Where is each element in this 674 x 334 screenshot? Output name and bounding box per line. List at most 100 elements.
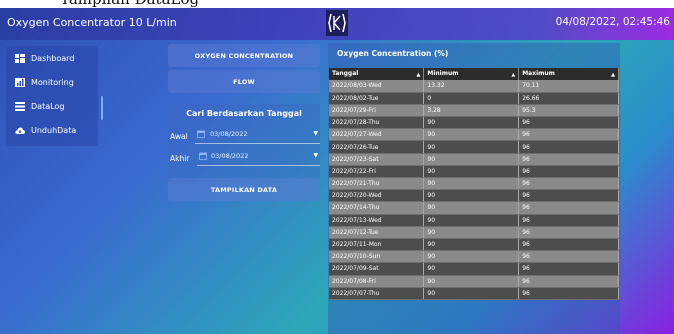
column-header-label: Minimum — [427, 70, 459, 77]
maximum-cell: 96 — [518, 128, 619, 142]
start-date-field[interactable]: Awal 03/08/2022 ▼ — [168, 126, 320, 144]
minimum-cell: 3.28 — [423, 104, 520, 118]
maximum-cell: 96 — [518, 262, 619, 276]
table-row: 2022/07/22-Fri 90 96 — [329, 165, 619, 179]
show-data-button[interactable]: TAMPILKAN DATA — [168, 178, 320, 201]
datalog-table: Tanggal ▲ Minimum ▲ Maximum ▲ 2022/08/03-We… — [329, 68, 619, 300]
sidebar-item-unduhdata[interactable]: UnduhData — [6, 118, 98, 142]
minimum-cell: 0 — [423, 92, 520, 105]
sort-arrow-icon[interactable]: ▲ — [417, 72, 421, 78]
sidebar-item-label: DataLog — [31, 101, 65, 111]
chevron-down-icon[interactable]: ▼ — [313, 152, 318, 159]
sort-arrow-icon[interactable]: ▲ — [511, 72, 515, 78]
table-row: 2022/07/23-Sat 90 96 — [329, 153, 619, 166]
chart-icon — [15, 77, 25, 87]
sidebar-item-monitoring[interactable]: Monitoring — [6, 70, 98, 94]
table-header-row: Tanggal ▲ Minimum ▲ Maximum ▲ — [329, 68, 619, 80]
sidebar-item-label: UnduhData — [31, 125, 77, 135]
date-cell: 2022/07/20-Wed — [329, 189, 425, 203]
minimum-cell: 90 — [423, 287, 520, 300]
sort-arrow-icon[interactable]: ▲ — [611, 72, 615, 78]
date-cell: 2022/07/13-Wed — [329, 214, 425, 227]
cloud-download-icon — [15, 127, 25, 134]
date-cell: 2022/07/23-Sat — [329, 153, 425, 166]
list-icon — [15, 101, 25, 111]
table-row: 2022/07/29-Fri 3.28 95.3 — [329, 104, 619, 118]
date-cell: 2022/07/11-Mon — [329, 238, 425, 252]
minimum-cell: 90 — [423, 140, 520, 154]
figure-caption: Tampilan DataLog — [0, 0, 674, 8]
maximum-cell: 96 — [518, 201, 619, 215]
datalog-table-panel: Oxygen Concentration (%) Tanggal ▲ Minimu… — [328, 43, 620, 334]
minimum-cell: 90 — [423, 177, 520, 191]
oxygen-concentration-button[interactable]: OXYGEN CONCENTRATION — [168, 44, 320, 67]
minimum-cell: 90 — [423, 201, 520, 215]
calendar-icon — [199, 152, 207, 160]
date-cell: 2022/07/28-Thu — [329, 116, 425, 130]
date-cell: 2022/07/07-Thu — [329, 287, 425, 300]
table-row: 2022/07/28-Thu 90 96 — [329, 116, 619, 130]
minimum-cell: 90 — [423, 250, 520, 264]
column-header-minimum[interactable]: Minimum ▲ — [423, 68, 520, 80]
minimum-cell: 90 — [423, 214, 520, 227]
table-row: 2022/08/03-Wed 13.32 70.11 — [329, 80, 619, 93]
end-date-field[interactable]: Akhir 03/08/2022 ▼ — [168, 148, 320, 166]
sidebar-item-label: Dashboard — [31, 53, 75, 63]
end-date-value: 03/08/2022 — [211, 152, 249, 160]
maximum-cell: 96 — [518, 275, 619, 288]
calendar-icon — [197, 130, 205, 138]
end-date-label: Akhir — [170, 154, 190, 163]
maximum-cell: 96 — [518, 238, 619, 252]
datetime-display: 04/08/2022, 02:45:46 — [555, 16, 670, 28]
date-cell: 2022/07/08-Fri — [329, 275, 425, 288]
maximum-cell: 96 — [518, 214, 619, 227]
maximum-cell: 26.66 — [518, 92, 619, 105]
sidebar: Dashboard Monitoring DataLog UnduhData — [6, 46, 98, 146]
maximum-cell: 96 — [518, 250, 619, 264]
column-header-tanggal[interactable]: Tanggal ▲ — [329, 68, 425, 80]
sidebar-item-dashboard[interactable]: Dashboard — [6, 46, 98, 70]
maximum-cell: 96 — [518, 165, 619, 179]
date-cell: 2022/07/09-Sat — [329, 262, 425, 276]
table-row: 2022/07/10-Sun 90 96 — [329, 250, 619, 264]
field-underline — [197, 165, 320, 166]
sidebar-item-datalog[interactable]: DataLog — [6, 94, 98, 118]
table-row: 2022/07/13-Wed 90 96 — [329, 214, 619, 227]
search-title: Cari Berdasarkan Tanggal — [186, 109, 302, 118]
table-row: 2022/07/07-Thu 90 96 — [329, 287, 619, 300]
date-cell: 2022/07/21-Thu — [329, 177, 425, 191]
flow-button[interactable]: FLOW — [168, 70, 320, 93]
app-logo-icon — [326, 10, 348, 36]
app-window: Oxygen Concentrator 10 L/min 04/08/2022,… — [0, 8, 674, 334]
column-header-maximum[interactable]: Maximum ▲ — [518, 68, 619, 80]
date-cell: 2022/07/14-Thu — [329, 201, 425, 215]
date-cell: 2022/08/03-Wed — [329, 80, 425, 93]
minimum-cell: 90 — [423, 189, 520, 203]
maximum-cell: 96 — [518, 140, 619, 154]
field-underline — [195, 143, 320, 144]
table-title: Oxygen Concentration (%) — [337, 49, 449, 58]
date-cell: 2022/07/22-Fri — [329, 165, 425, 179]
column-header-label: Maximum — [522, 70, 555, 77]
minimum-cell: 90 — [423, 238, 520, 252]
table-row: 2022/07/26-Tue 90 96 — [329, 140, 619, 154]
sidebar-item-label: Monitoring — [31, 77, 74, 87]
minimum-cell: 13.32 — [423, 80, 520, 93]
minimum-cell: 90 — [423, 128, 520, 142]
date-cell: 2022/07/12-Tue — [329, 226, 425, 239]
date-cell: 2022/08/02-Tue — [329, 92, 425, 105]
date-cell: 2022/07/27-Wed — [329, 128, 425, 142]
chevron-down-icon[interactable]: ▼ — [313, 130, 318, 137]
minimum-cell: 90 — [423, 262, 520, 276]
table-row: 2022/07/27-Wed 90 96 — [329, 128, 619, 142]
maximum-cell: 96 — [518, 189, 619, 203]
minimum-cell: 90 — [423, 116, 520, 130]
start-date-label: Awal — [170, 132, 188, 141]
start-date-value: 03/08/2022 — [210, 130, 248, 138]
maximum-cell: 96 — [518, 287, 619, 300]
date-search-panel: Cari Berdasarkan Tanggal Awal 03/08/2022… — [168, 104, 320, 179]
app-title: Oxygen Concentrator 10 L/min — [7, 16, 177, 29]
column-header-label: Tanggal — [332, 70, 359, 77]
date-cell: 2022/07/10-Sun — [329, 250, 425, 264]
table-row: 2022/08/02-Tue 0 26.66 — [329, 92, 619, 105]
